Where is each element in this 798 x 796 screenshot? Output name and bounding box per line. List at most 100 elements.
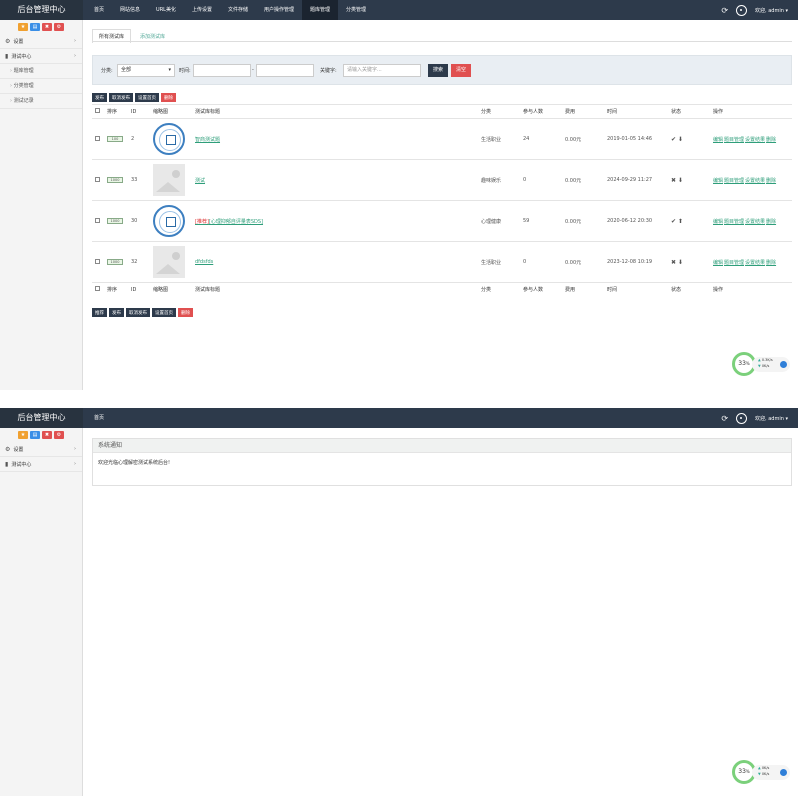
performance-gauge[interactable]: 33% ▲ 0K/s ▼ 0K/s	[732, 760, 792, 786]
delete-button[interactable]: 删除	[161, 93, 176, 102]
test-library-screen: 后台管理中心 首页 网站信息 URL美化 上传设置 文件存储 用户操作管理 题库…	[0, 0, 798, 390]
table-row: 1000 33 测试 趣味娱乐 0 0.00元 2024-09-29 11:27…	[92, 159, 792, 201]
nav-question-bank[interactable]: 题库管理	[302, 0, 339, 20]
col-order[interactable]: 排序	[104, 282, 128, 297]
question-manage-link[interactable]: 题目管理	[724, 178, 744, 184]
sidebar-item-test-records[interactable]: 测试记录	[0, 94, 82, 109]
delete-link[interactable]: 删除	[766, 219, 776, 225]
row-status[interactable]: ✔ ⬇	[668, 118, 710, 160]
row-checkbox[interactable]	[95, 135, 100, 141]
sidebar-group-label: 设置	[13, 447, 24, 453]
user-menu[interactable]: 欢迎, admin ▾	[755, 415, 788, 422]
user-menu[interactable]: 欢迎, admin ▾	[755, 7, 788, 14]
row-status[interactable]: ✖ ⬇	[668, 241, 710, 283]
unpublish-button[interactable]: 取消发布	[126, 308, 150, 317]
question-manage-link[interactable]: 题目管理	[724, 219, 744, 225]
star-icon[interactable]: ★	[18, 431, 28, 439]
publish-button[interactable]: 发布	[109, 308, 124, 317]
row-title-link[interactable]: 智商测试题	[195, 137, 220, 143]
nav-site-info[interactable]: 网站信息	[112, 0, 148, 20]
set-home-button[interactable]: 设置首页	[135, 93, 159, 102]
set-result-link[interactable]: 设置结果	[745, 178, 765, 184]
start-date-input[interactable]	[193, 64, 251, 77]
sidebar-group-test-center[interactable]: ▮ 测试中心 ›	[0, 49, 82, 64]
download-speed: 0K/s	[761, 364, 770, 368]
sidebar-group-settings[interactable]: ⚙ 设置 ›	[0, 442, 82, 457]
sidebar-item-category[interactable]: 分类管理	[0, 79, 82, 94]
edit-link[interactable]: 编辑	[713, 260, 723, 266]
clear-button[interactable]: 清空	[451, 64, 472, 77]
nav-category[interactable]: 分类管理	[338, 0, 374, 20]
row-checkbox[interactable]	[95, 217, 100, 223]
trash-icon[interactable]: ✖	[42, 431, 52, 439]
row-status[interactable]: ✖ ⬇	[668, 159, 710, 201]
row-checkbox[interactable]	[95, 176, 100, 182]
category-select[interactable]: 全部 ▾	[117, 64, 175, 77]
date-separator: -	[252, 67, 254, 73]
keyword-input[interactable]: 请输入关键字...	[343, 64, 421, 77]
search-button[interactable]: 搜索	[428, 64, 449, 77]
doc-icon[interactable]: ▤	[30, 23, 40, 31]
row-checkbox[interactable]	[95, 258, 100, 264]
star-icon[interactable]: ★	[18, 23, 28, 31]
nav-upload-settings[interactable]: 上传设置	[184, 0, 220, 20]
user-avatar-icon[interactable]	[736, 4, 748, 16]
top-bar: 后台管理中心 首页 网站信息 URL美化 上传设置 文件存储 用户操作管理 题库…	[0, 0, 798, 20]
delete-link[interactable]: 删除	[766, 137, 776, 143]
col-id[interactable]: ID	[128, 104, 150, 119]
row-ops: 编辑题目管理设置结果删除	[710, 118, 792, 160]
edit-link[interactable]: 编辑	[713, 137, 723, 143]
row-title-link[interactable]: 测试	[195, 178, 205, 184]
cogs-icon: ⚙	[5, 38, 11, 45]
delete-link[interactable]: 删除	[766, 260, 776, 266]
unpublish-button[interactable]: 取消发布	[109, 93, 133, 102]
sidebar-item-question-bank[interactable]: 题库管理	[0, 64, 82, 79]
nav-home[interactable]: 首页	[86, 0, 112, 20]
set-result-link[interactable]: 设置结果	[745, 260, 765, 266]
edit-link[interactable]: 编辑	[713, 219, 723, 225]
gear-icon[interactable]: ⚙	[54, 23, 64, 31]
row-ops: 编辑题目管理设置结果删除	[710, 159, 792, 201]
thumbnail-image	[153, 123, 185, 155]
publish-button[interactable]: 发布	[92, 93, 107, 102]
chevron-right-icon: ›	[74, 53, 76, 59]
cpu-percent-unit: %	[745, 769, 750, 774]
nav-user-ops[interactable]: 用户操作管理	[256, 0, 302, 20]
nav-home[interactable]: 首页	[86, 408, 112, 428]
set-home-button[interactable]: 设置首页	[152, 308, 176, 317]
row-status[interactable]: ✔ ⬆	[668, 200, 710, 242]
col-id[interactable]: ID	[128, 282, 150, 297]
refresh-icon[interactable]: ⟳	[721, 6, 728, 15]
row-title-link[interactable]: dfdsfds	[195, 259, 213, 265]
row-title-link[interactable]: [推荐][心理抑郁自评量表SDS]	[195, 219, 263, 225]
doc-icon[interactable]: ▤	[30, 431, 40, 439]
gear-icon[interactable]: ⚙	[54, 431, 64, 439]
thumbnail-placeholder-image	[153, 246, 185, 278]
select-all-checkbox[interactable]	[95, 108, 100, 113]
col-order[interactable]: 排序	[104, 104, 128, 119]
sidebar-group-test-center[interactable]: ▮ 测试中心 ›	[0, 457, 82, 472]
sidebar-group-settings[interactable]: ⚙ 设置 ›	[0, 34, 82, 49]
trash-icon[interactable]: ✖	[42, 23, 52, 31]
order-input[interactable]: 100	[107, 136, 123, 142]
select-all-checkbox[interactable]	[95, 286, 100, 292]
delete-button[interactable]: 删除	[178, 308, 193, 317]
order-input[interactable]: 1000	[107, 259, 123, 265]
edit-link[interactable]: 编辑	[713, 178, 723, 184]
set-result-link[interactable]: 设置结果	[745, 219, 765, 225]
nav-file-storage[interactable]: 文件存储	[220, 0, 256, 20]
order-input[interactable]: 1000	[107, 218, 123, 224]
row-category: 生活职业	[478, 118, 520, 160]
end-date-input[interactable]	[256, 64, 314, 77]
question-manage-link[interactable]: 题目管理	[724, 137, 744, 143]
set-result-link[interactable]: 设置结果	[745, 137, 765, 143]
question-manage-link[interactable]: 题目管理	[724, 260, 744, 266]
refresh-icon[interactable]: ⟳	[721, 414, 728, 423]
nav-url-rewrite[interactable]: URL美化	[148, 0, 184, 20]
delete-link[interactable]: 删除	[766, 178, 776, 184]
order-input[interactable]: 1000	[107, 177, 123, 183]
performance-gauge[interactable]: 33% ▲ 0.3K/s ▼ 0K/s	[732, 352, 792, 378]
book-icon: ▮	[5, 461, 9, 468]
user-avatar-icon[interactable]	[736, 412, 748, 424]
recommend-button[interactable]: 推荐	[92, 308, 107, 317]
